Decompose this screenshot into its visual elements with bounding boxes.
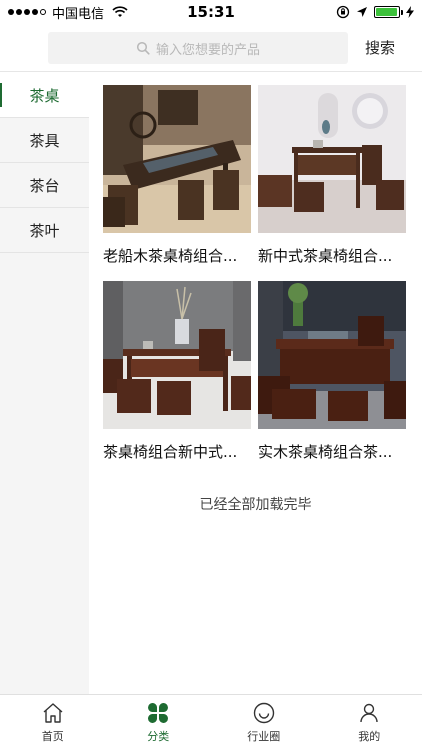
- tab-industry-circle[interactable]: 行业圈: [211, 695, 317, 750]
- search-input[interactable]: 输入您想要的产品: [48, 32, 348, 64]
- home-icon: [43, 703, 63, 723]
- product-card[interactable]: 茶桌椅组合新中式...: [103, 281, 251, 463]
- category-icon: [148, 703, 169, 723]
- product-card[interactable]: 老船木茶桌椅组合...: [103, 85, 251, 267]
- location-arrow-icon: [357, 7, 367, 17]
- sidebar-item-label: 茶具: [29, 131, 60, 150]
- product-title: 老船木茶桌椅组合...: [103, 247, 238, 265]
- search-button[interactable]: 搜索: [360, 36, 400, 60]
- tab-label: 我的: [358, 730, 381, 743]
- tab-label: 分类: [147, 730, 170, 743]
- carrier-name: 中国电信: [52, 6, 105, 22]
- tab-label: 行业圈: [247, 730, 281, 743]
- product-image: [258, 85, 406, 233]
- status-bar: 中国电信 15:31: [0, 0, 422, 24]
- smile-icon: [253, 702, 274, 724]
- signal-strength-icon: [8, 9, 46, 15]
- sidebar-item-tea-tray[interactable]: 茶台: [0, 163, 89, 208]
- battery-icon: [374, 6, 403, 18]
- category-sidebar: 茶桌 茶具 茶台 茶叶: [0, 73, 89, 694]
- list-end-message: 已经全部加载完毕: [199, 497, 312, 513]
- search-placeholder: 输入您想要的产品: [155, 42, 260, 58]
- tab-label: 首页: [41, 730, 64, 743]
- bottom-tab-bar: 首页 分类 行业圈 我的: [0, 694, 422, 750]
- orientation-lock-icon: [336, 5, 350, 19]
- product-card[interactable]: 实木茶桌椅组合茶...: [258, 281, 406, 463]
- product-image: [103, 281, 251, 429]
- sidebar-item-label: 茶桌: [29, 86, 60, 105]
- charging-bolt-icon: [406, 6, 414, 18]
- sidebar-item-tea-table[interactable]: 茶桌: [0, 73, 89, 118]
- sidebar-item-tea-set[interactable]: 茶具: [0, 118, 89, 163]
- product-grid: 老船木茶桌椅组合... 新中式茶桌椅组合... 茶桌椅组合新中式... 实木茶桌…: [103, 85, 409, 463]
- user-icon: [360, 703, 378, 723]
- wifi-icon: [112, 6, 128, 17]
- tab-category[interactable]: 分类: [106, 695, 212, 750]
- product-title: 新中式茶桌椅组合...: [258, 247, 393, 265]
- search-header: 输入您想要的产品 搜索: [0, 24, 422, 72]
- tab-home[interactable]: 首页: [0, 695, 106, 750]
- product-title: 茶桌椅组合新中式...: [103, 443, 238, 461]
- product-title: 实木茶桌椅组合茶...: [258, 443, 393, 461]
- sidebar-item-label: 茶叶: [29, 221, 60, 240]
- status-time: 15:31: [187, 3, 235, 21]
- tab-mine[interactable]: 我的: [317, 695, 422, 750]
- product-image: [258, 281, 406, 429]
- product-image: [103, 85, 251, 233]
- sidebar-item-tea-leaf[interactable]: 茶叶: [0, 208, 89, 253]
- sidebar-item-label: 茶台: [29, 176, 60, 195]
- product-card[interactable]: 新中式茶桌椅组合...: [258, 85, 406, 267]
- search-icon: [136, 41, 150, 55]
